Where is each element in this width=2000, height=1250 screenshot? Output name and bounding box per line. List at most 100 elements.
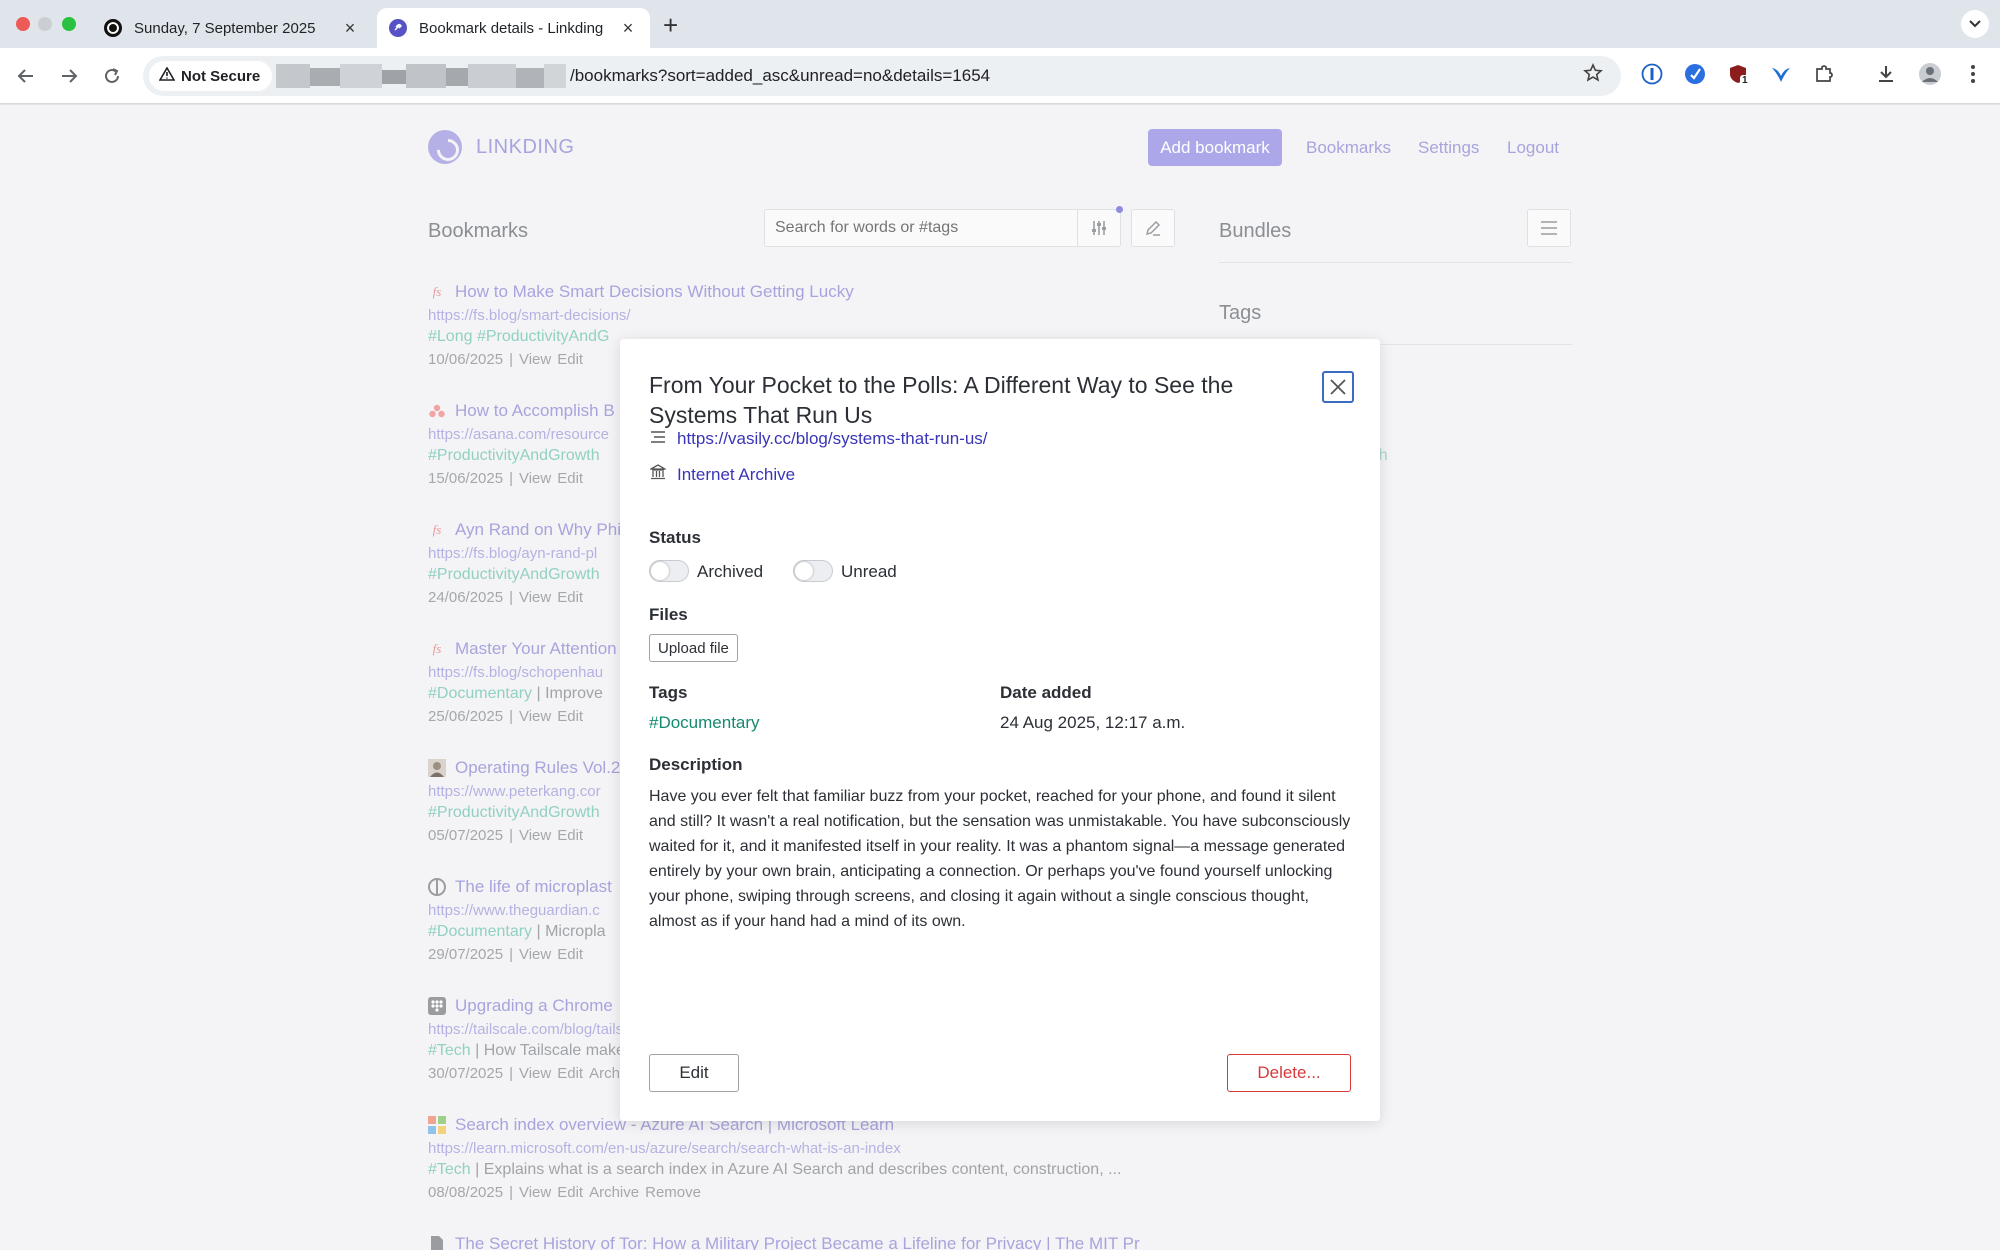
- bookmark-action-edit[interactable]: Edit: [557, 470, 583, 487]
- arrow-right-icon: [62, 69, 78, 83]
- bookmark-tags[interactable]: #Tech: [428, 1042, 471, 1059]
- tab-calendar[interactable]: Sunday, 7 September 2025 ×: [92, 8, 372, 48]
- brand-name[interactable]: LINKDING: [476, 136, 574, 159]
- search-options-button[interactable]: [1077, 209, 1121, 247]
- bookmark-action-view[interactable]: View: [519, 946, 551, 963]
- tab-close-icon[interactable]: ×: [618, 18, 638, 39]
- bookmark-action-view[interactable]: View: [519, 708, 551, 725]
- archived-toggle[interactable]: [649, 560, 689, 582]
- bookmark-tags[interactable]: #Tech: [428, 1161, 471, 1178]
- bookmark-action-edit[interactable]: Edit: [557, 827, 583, 844]
- bookmark-title-link[interactable]: How to Make Smart Decisions Without Gett…: [455, 282, 854, 302]
- bookmark-action-edit[interactable]: Edit: [557, 589, 583, 606]
- separator: |: [509, 1184, 513, 1201]
- tab-search-button[interactable]: [1961, 10, 1989, 38]
- bookmark-action-archive[interactable]: Archive: [589, 1184, 639, 1201]
- bookmark-tags[interactable]: #ProductivityAndGrowth: [428, 804, 600, 821]
- date-added-value: 24 Aug 2025, 12:17 a.m.: [1000, 713, 1186, 732]
- bookmark-tags[interactable]: #ProductivityAndGrowth: [428, 447, 600, 464]
- bookmark-url[interactable]: https://learn.microsoft.com/en-us/azure/…: [428, 1140, 1188, 1157]
- bookmark-action-view[interactable]: View: [519, 1184, 551, 1201]
- edit-button[interactable]: Edit: [649, 1054, 739, 1092]
- download-icon[interactable]: [1874, 62, 1898, 86]
- bookmark-item: The Secret History of Tor: How a Militar…: [428, 1232, 1188, 1250]
- bookmark-url-link[interactable]: https://vasily.cc/blog/systems-that-run-…: [677, 429, 988, 449]
- new-tab-button[interactable]: +: [663, 10, 678, 41]
- bookmark-tags[interactable]: #Documentary: [428, 685, 532, 702]
- bookmark-date: 25/06/2025: [428, 708, 504, 725]
- bookmark-action-view[interactable]: View: [519, 351, 551, 368]
- address-bar[interactable]: Not Secure /bookmarks?sort=added_asc&unr…: [143, 56, 1621, 96]
- bank-icon: [648, 464, 668, 485]
- puzzle-extensions-icon[interactable]: [1812, 62, 1836, 86]
- bulk-edit-button[interactable]: [1131, 209, 1175, 247]
- bookmark-tag[interactable]: #Documentary: [649, 713, 760, 733]
- nav-logout-link[interactable]: Logout: [1507, 138, 1559, 158]
- unread-label[interactable]: Unread: [841, 562, 897, 582]
- tab-linkding[interactable]: Bookmark details - Linkding ×: [377, 8, 650, 48]
- separator: |: [509, 351, 513, 368]
- search-input[interactable]: [764, 209, 1078, 247]
- tailscale-favicon-icon: [428, 997, 446, 1015]
- internet-archive-link[interactable]: Internet Archive: [677, 465, 795, 485]
- redacted-host: [406, 64, 446, 88]
- bookmark-action-edit[interactable]: Edit: [557, 351, 583, 368]
- bookmark-title-link[interactable]: Upgrading a Chrome: [455, 996, 613, 1016]
- bookmark-action-edit[interactable]: Edit: [557, 1065, 583, 1082]
- window-close-button[interactable]: [16, 17, 30, 31]
- bird-extension-icon[interactable]: [1769, 62, 1793, 86]
- redacted-host: [468, 64, 516, 88]
- bookmark-action-edit[interactable]: Edit: [557, 946, 583, 963]
- security-indicator[interactable]: Not Secure: [149, 61, 273, 91]
- security-label: Not Secure: [181, 67, 261, 85]
- delete-button[interactable]: Delete...: [1227, 1054, 1351, 1092]
- bundles-menu-button[interactable]: [1527, 209, 1571, 247]
- bookmark-tags[interactable]: #ProductivityAndGrowth: [428, 566, 600, 583]
- bookmark-title-link[interactable]: The life of microplast: [455, 877, 612, 897]
- checkmark-extension-icon[interactable]: [1683, 62, 1707, 86]
- linkding-logo-icon[interactable]: [428, 130, 462, 164]
- warning-icon: [158, 65, 176, 86]
- bookmark-title-link[interactable]: Master Your Attention: [455, 639, 617, 659]
- guardian-favicon-icon: [428, 878, 446, 896]
- forward-button[interactable]: [55, 62, 83, 90]
- window-zoom-button[interactable]: [62, 17, 76, 31]
- password-manager-extension-icon[interactable]: [1640, 62, 1664, 86]
- bookmark-star-icon[interactable]: [1583, 63, 1603, 89]
- bookmark-action-remove[interactable]: Remove: [645, 1184, 701, 1201]
- window-minimize-button[interactable]: [38, 17, 52, 31]
- nav-settings-link[interactable]: Settings: [1418, 138, 1479, 158]
- upload-file-button[interactable]: Upload file: [649, 634, 738, 662]
- modal-close-button[interactable]: [1322, 371, 1354, 403]
- bookmark-url[interactable]: https://fs.blog/smart-decisions/: [428, 307, 1188, 324]
- unread-toggle[interactable]: [793, 560, 833, 582]
- tab-close-icon[interactable]: ×: [340, 18, 360, 39]
- tags-heading: Tags: [1219, 302, 1262, 324]
- redacted-host: [446, 68, 468, 86]
- bookmark-action-view[interactable]: View: [519, 470, 551, 487]
- back-button[interactable]: [12, 62, 40, 90]
- bookmark-action-view[interactable]: View: [519, 589, 551, 606]
- nav-bookmarks-link[interactable]: Bookmarks: [1306, 138, 1391, 158]
- browser-menu-icon[interactable]: [1961, 62, 1985, 86]
- bookmark-action-edit[interactable]: Edit: [557, 708, 583, 725]
- redacted-host: [382, 70, 406, 84]
- archived-label[interactable]: Archived: [697, 562, 763, 582]
- bookmark-action-edit[interactable]: Edit: [557, 1184, 583, 1201]
- asana-favicon-icon: [428, 402, 446, 420]
- shield-extension-icon[interactable]: 1: [1726, 62, 1750, 86]
- bookmark-title-row: The Secret History of Tor: How a Militar…: [428, 1232, 1188, 1250]
- bookmark-tags[interactable]: #Long #ProductivityAndG: [428, 328, 609, 345]
- bookmark-action-view[interactable]: View: [519, 1065, 551, 1082]
- bookmark-title-link[interactable]: Ayn Rand on Why Phi: [455, 520, 621, 540]
- bookmark-description: Have you ever felt that familiar buzz fr…: [649, 788, 1351, 930]
- bookmark-title-link[interactable]: How to Accomplish B: [455, 401, 615, 421]
- bookmark-title-link[interactable]: Operating Rules Vol.2: [455, 758, 620, 778]
- bookmark-title-link[interactable]: The Secret History of Tor: How a Militar…: [455, 1234, 1140, 1250]
- bookmark-tags[interactable]: #Documentary: [428, 923, 532, 940]
- reload-button[interactable]: [98, 62, 126, 90]
- add-bookmark-button[interactable]: Add bookmark: [1148, 129, 1282, 166]
- url-text[interactable]: /bookmarks?sort=added_asc&unread=no&deta…: [570, 66, 990, 86]
- profile-avatar[interactable]: [1918, 62, 1942, 86]
- bookmark-action-view[interactable]: View: [519, 827, 551, 844]
